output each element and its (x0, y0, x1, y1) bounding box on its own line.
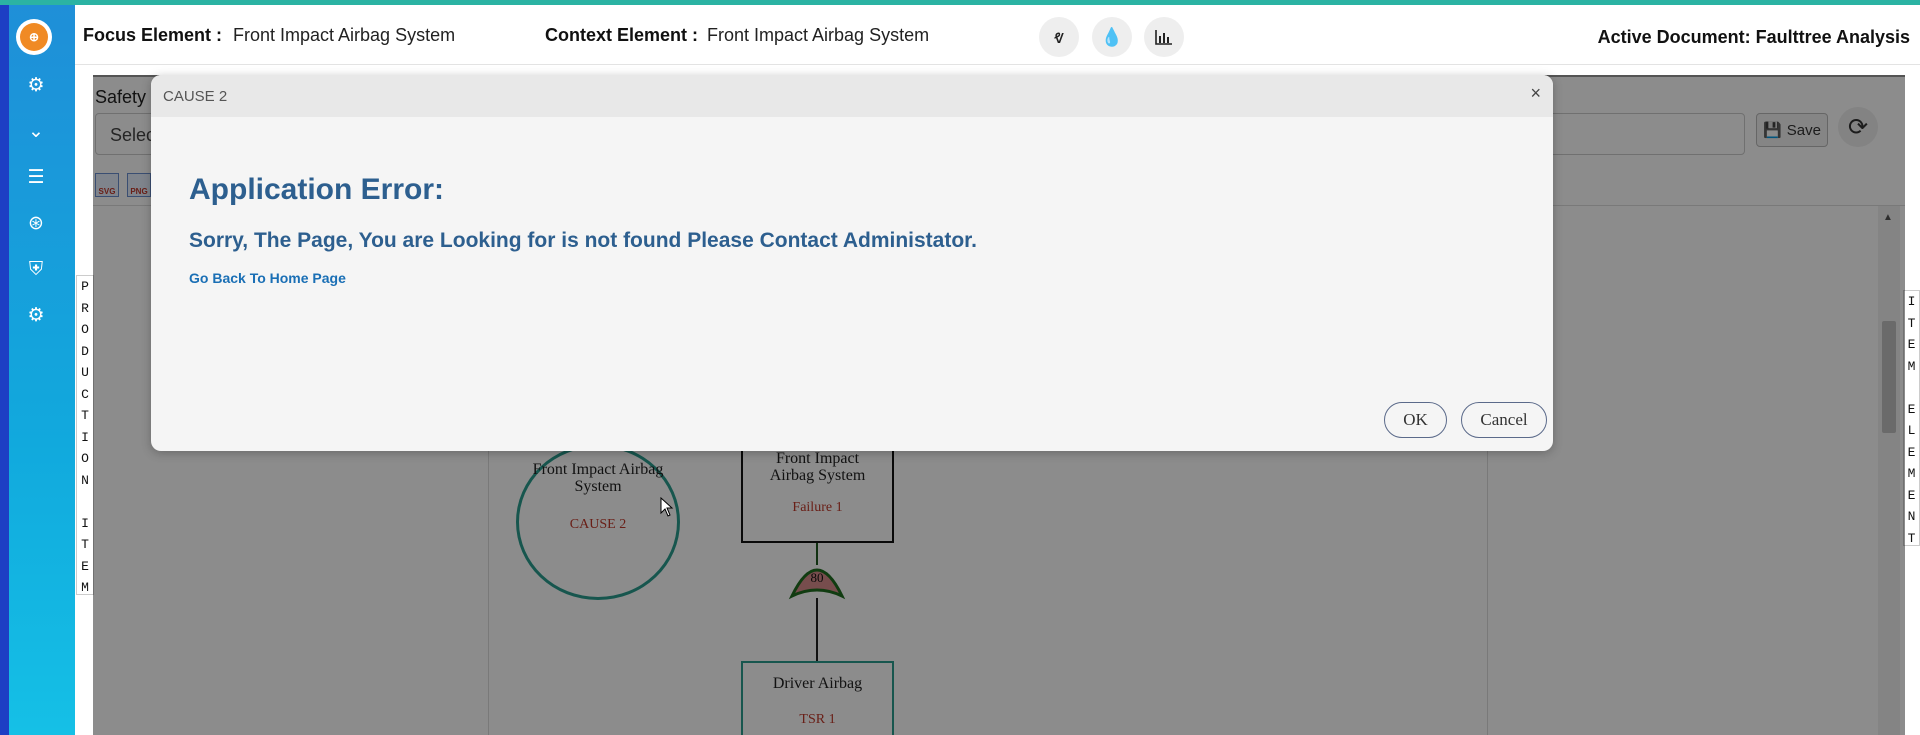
context-element-label: Context Element : (545, 25, 699, 45)
tab-letter: E (1907, 337, 1916, 352)
app-logo[interactable]: ⊕ (16, 19, 52, 55)
vine-icon[interactable]: ⱴ (1039, 17, 1079, 57)
cogs-icon[interactable]: ⚙ (22, 71, 50, 99)
tab-letter: I (81, 515, 89, 531)
error-message: Sorry, The Page, You are Looking for is … (189, 229, 978, 252)
sidebar: ⊕ ⚙ ⌄ ☰ ⊛ ⛨ ⚙ (0, 5, 75, 735)
bar-chart-icon[interactable] (1144, 17, 1184, 57)
tab-letter (1904, 377, 1919, 399)
tab-letter: U (81, 365, 89, 380)
tab-letter: M (1907, 466, 1916, 481)
tab-letter: E (81, 558, 89, 574)
focus-element-label: Focus Element : (83, 25, 223, 45)
dialog-title: CAUSE 2 (163, 88, 228, 105)
production-item-tab[interactable]: P R O D U C T I O N I T E M (76, 275, 94, 595)
chevrons-down-icon[interactable]: ⌄ (22, 117, 50, 145)
home-page-link[interactable]: Go Back To Home Page (189, 270, 346, 286)
tab-letter: E (1907, 401, 1916, 417)
list-icon[interactable]: ☰ (22, 163, 50, 191)
tab-letter: E (1907, 487, 1916, 503)
dialog-header: CAUSE 2 × (151, 75, 1553, 117)
tab-letter: L (1907, 423, 1916, 438)
context-element-value: Front Impact Airbag System (707, 25, 930, 45)
tab-letter: I (1907, 294, 1916, 309)
tab-letter: C (81, 386, 89, 402)
cogs-icon[interactable]: ⚙ (22, 301, 50, 329)
logo-mark: ⊕ (20, 23, 48, 51)
close-icon[interactable]: × (1530, 83, 1541, 104)
focus-element-value: Front Impact Airbag System (233, 25, 456, 45)
shield-icon[interactable]: ⛨ (22, 255, 50, 283)
tab-letter (77, 491, 93, 513)
tab-letter: T (81, 537, 89, 552)
mouse-cursor-icon (660, 497, 674, 517)
tab-letter: T (81, 408, 89, 423)
tab-letter: P (81, 279, 89, 294)
error-dialog: CAUSE 2 × Application Error: Sorry, The … (151, 75, 1553, 451)
tab-letter: M (1907, 358, 1916, 374)
sidebar-edge (0, 5, 9, 735)
error-title: Application Error: (189, 173, 445, 206)
tab-letter: I (81, 429, 89, 445)
item-element-tab[interactable]: I T E M E L E M E N T (1903, 290, 1920, 546)
cancel-button[interactable]: Cancel (1461, 402, 1547, 438)
bar-chart-svg (1155, 30, 1172, 45)
tab-letter: T (1907, 315, 1916, 331)
app-page: ⊕ ⚙ ⌄ ☰ ⊛ ⛨ ⚙ Focus Element : Front Impa… (0, 0, 1920, 735)
tab-letter: D (81, 343, 89, 359)
tab-letter: O (81, 451, 89, 466)
tab-letter: M (81, 580, 89, 595)
tab-letter: R (81, 300, 89, 316)
drop-icon[interactable]: 💧 (1092, 17, 1132, 57)
tab-letter: N (81, 472, 89, 488)
tab-letter: E (1907, 444, 1916, 460)
tab-letter: T (1907, 530, 1916, 546)
active-document-label: Active Document: Faulttree Analysis (1597, 27, 1910, 47)
top-header: Focus Element : Front Impact Airbag Syst… (75, 5, 1920, 65)
ok-button[interactable]: OK (1384, 402, 1447, 438)
tab-letter: N (1907, 509, 1916, 524)
tab-letter: O (81, 322, 89, 337)
life-ring-icon[interactable]: ⊛ (22, 209, 50, 237)
